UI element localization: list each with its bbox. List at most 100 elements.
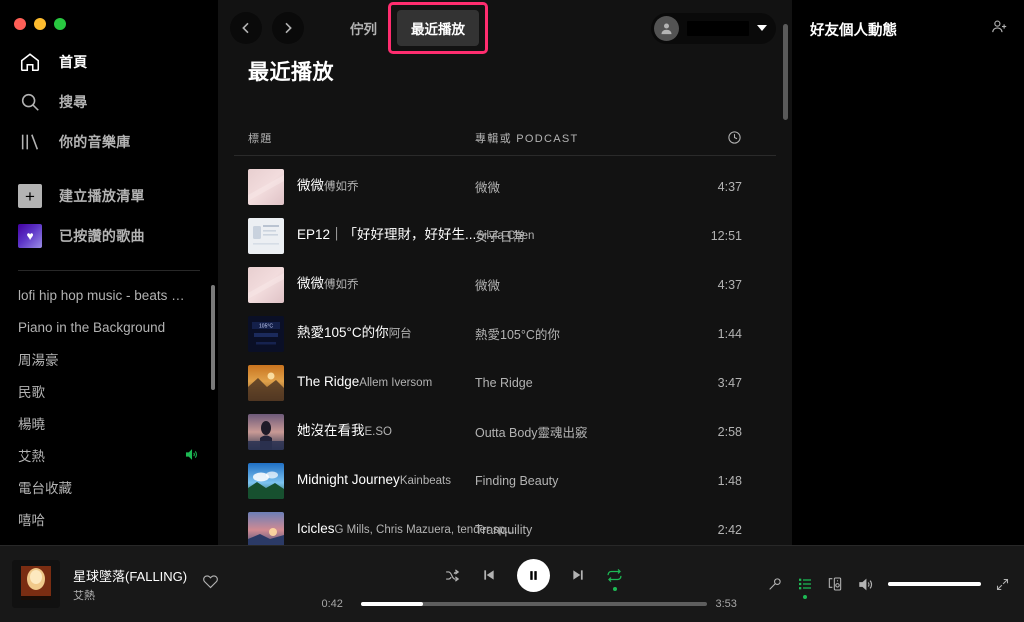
heart-outline-icon[interactable] <box>202 573 219 595</box>
playlist-name: 周湯豪 <box>18 353 59 368</box>
track-title-cell: IciclesG Mills, Chris Mazuera, tender sp… <box>248 511 515 545</box>
track-meta: Midnight JourneyKainbeats <box>297 471 451 490</box>
spotify-window: 首頁 搜尋 你的音樂庫 + 建立播放清單 ♥ 已按讚的歌曲 lofi hip h… <box>0 0 1024 622</box>
album-artwork <box>248 364 284 401</box>
forward-button[interactable] <box>272 12 304 44</box>
track-list[interactable]: 微微傅如乔 微微 4:37 EP12｜「好好理財，好好生...Silvia Chen 女… <box>234 162 776 545</box>
main-scrollbar[interactable] <box>783 24 788 120</box>
album-artwork <box>248 511 284 545</box>
search-icon <box>18 90 42 114</box>
create-playlist-button[interactable]: + 建立播放清單 <box>0 176 218 216</box>
table-row[interactable]: EP12｜「好好理財，好好生...Silvia Chen 女子日常 12:51 <box>234 211 776 260</box>
playlist-item[interactable]: lofi hip hop music - beats to ... <box>0 279 218 311</box>
sidebar-item-home[interactable]: 首頁 <box>0 42 218 82</box>
track-meta: 熱愛105°C的你阿台 <box>297 324 412 343</box>
now-playing-artwork[interactable] <box>12 560 60 608</box>
track-album: Tranquility <box>475 522 533 537</box>
table-row[interactable]: 105°C 熱愛105°C的你阿台 熱愛105°C的你 1:44 <box>234 309 776 358</box>
track-artist: 阿台 <box>388 328 412 341</box>
total-time: 3:53 <box>715 597 737 610</box>
table-row[interactable]: 微微傅如乔 微微 4:37 <box>234 162 776 211</box>
track-list-header: 標題 專輯或 PODCAST <box>234 120 776 156</box>
skip-previous-icon[interactable] <box>481 567 497 583</box>
playlist-item[interactable]: 艾熱 <box>0 439 218 471</box>
home-icon <box>18 50 42 74</box>
track-duration: 2:42 <box>717 522 742 537</box>
avatar <box>654 15 679 41</box>
track-artist: Kainbeats <box>399 475 451 488</box>
track-title-cell: 105°C 熱愛105°C的你阿台 <box>248 315 475 352</box>
playlist-name: 電台收藏 <box>18 481 72 496</box>
track-title-cell: 微微傅如乔 <box>248 168 475 205</box>
track-title: 她沒在看我 <box>297 423 365 439</box>
svg-text:105°C: 105°C <box>259 323 273 329</box>
chevron-down-icon <box>757 25 767 31</box>
playlist-item[interactable]: Hello Nico <box>0 535 218 546</box>
table-row[interactable]: Midnight JourneyKainbeats Finding Beauty 1… <box>234 456 776 505</box>
volume-fill <box>888 582 981 586</box>
close-button[interactable] <box>14 18 26 30</box>
friend-activity-panel: 好友個人動態 <box>792 0 1024 545</box>
track-duration: 1:44 <box>717 326 742 341</box>
sidebar-scrollbar[interactable] <box>211 285 215 390</box>
window-traffic-lights <box>0 0 218 34</box>
track-title: The Ridge <box>297 374 360 390</box>
skip-next-icon[interactable] <box>570 567 586 583</box>
progress-slider[interactable] <box>360 601 707 606</box>
playlist-item[interactable]: 周湯豪 <box>0 343 218 375</box>
minimize-button[interactable] <box>34 18 46 30</box>
track-duration: 4:37 <box>717 179 742 194</box>
table-row[interactable]: The RidgeAllem Iversom The Ridge 3:47 <box>234 358 776 407</box>
progress-fill <box>360 601 423 606</box>
user-menu-button[interactable] <box>651 12 776 44</box>
recently-played-page: 最近播放 標題 專輯或 PODCAST 微微傅如乔 微微 4:37 EP12｜「好好理… <box>218 56 792 545</box>
track-meta: EP12｜「好好理財，好好生...Silvia Chen <box>297 226 534 245</box>
column-header-album: 專輯或 PODCAST <box>475 132 579 145</box>
album-artwork <box>248 168 284 205</box>
track-title-cell: The RidgeAllem Iversom <box>248 364 475 401</box>
tab-queue[interactable]: 佇列 <box>336 10 391 46</box>
track-title-cell: EP12｜「好好理財，好好生...Silvia Chen <box>248 217 534 254</box>
playlist-name: 嘻哈 <box>18 513 45 528</box>
person-add-icon[interactable] <box>991 18 1008 40</box>
maximize-button[interactable] <box>54 18 66 30</box>
shuffle-icon[interactable] <box>444 567 461 584</box>
queue-icon[interactable] <box>797 576 813 592</box>
playlist-item[interactable]: 嘻哈 <box>0 503 218 535</box>
track-meta: The RidgeAllem Iversom <box>297 373 432 392</box>
track-album: Finding Beauty <box>475 473 559 488</box>
microphone-icon[interactable] <box>767 576 783 592</box>
track-title: Midnight Journey <box>297 472 400 488</box>
volume-icon[interactable] <box>857 576 874 593</box>
expand-icon[interactable] <box>995 577 1010 592</box>
album-artwork: 105°C <box>248 315 284 352</box>
track-title: EP12｜「好好理財，好好生... <box>297 227 477 243</box>
tab-recently-played[interactable]: 最近播放 <box>397 10 479 46</box>
album-artwork <box>248 413 284 450</box>
sidebar-item-search[interactable]: 搜尋 <box>0 82 218 122</box>
volume-slider[interactable] <box>888 582 981 586</box>
devices-icon[interactable] <box>827 576 843 592</box>
playlist-item[interactable]: 民歌 <box>0 375 218 407</box>
repeat-icon[interactable] <box>606 567 623 584</box>
album-artwork <box>248 266 284 303</box>
pause-icon[interactable] <box>517 558 550 592</box>
friend-activity-title: 好友個人動態 <box>810 22 897 39</box>
now-playing-artist: 艾熱 <box>73 589 95 602</box>
sidebar: 首頁 搜尋 你的音樂庫 + 建立播放清單 ♥ 已按讚的歌曲 lofi hip h… <box>0 0 218 545</box>
liked-songs-button[interactable]: ♥ 已按讚的歌曲 <box>0 216 218 256</box>
table-row[interactable]: IciclesG Mills, Chris Mazuera, tender sp… <box>234 505 776 545</box>
playlist-item[interactable]: Piano in the Background <box>0 311 218 343</box>
back-button[interactable] <box>230 12 262 44</box>
playlist-list[interactable]: lofi hip hop music - beats to ... Piano i… <box>0 279 218 545</box>
table-row[interactable]: 微微傅如乔 微微 4:37 <box>234 260 776 309</box>
table-row[interactable]: 她沒在看我E.SO Outta Body靈魂出竅 2:58 <box>234 407 776 456</box>
playlist-item[interactable]: 電台收藏 <box>0 471 218 503</box>
track-title: 熱愛105°C的你 <box>297 325 389 341</box>
liked-songs-label: 已按讚的歌曲 <box>59 228 145 244</box>
playlist-name: 艾熱 <box>18 449 45 464</box>
playlist-item[interactable]: 楊曉 <box>0 407 218 439</box>
track-album: 女子日常 <box>475 230 526 244</box>
track-duration: 3:47 <box>717 375 742 390</box>
sidebar-item-library[interactable]: 你的音樂庫 <box>0 122 218 162</box>
